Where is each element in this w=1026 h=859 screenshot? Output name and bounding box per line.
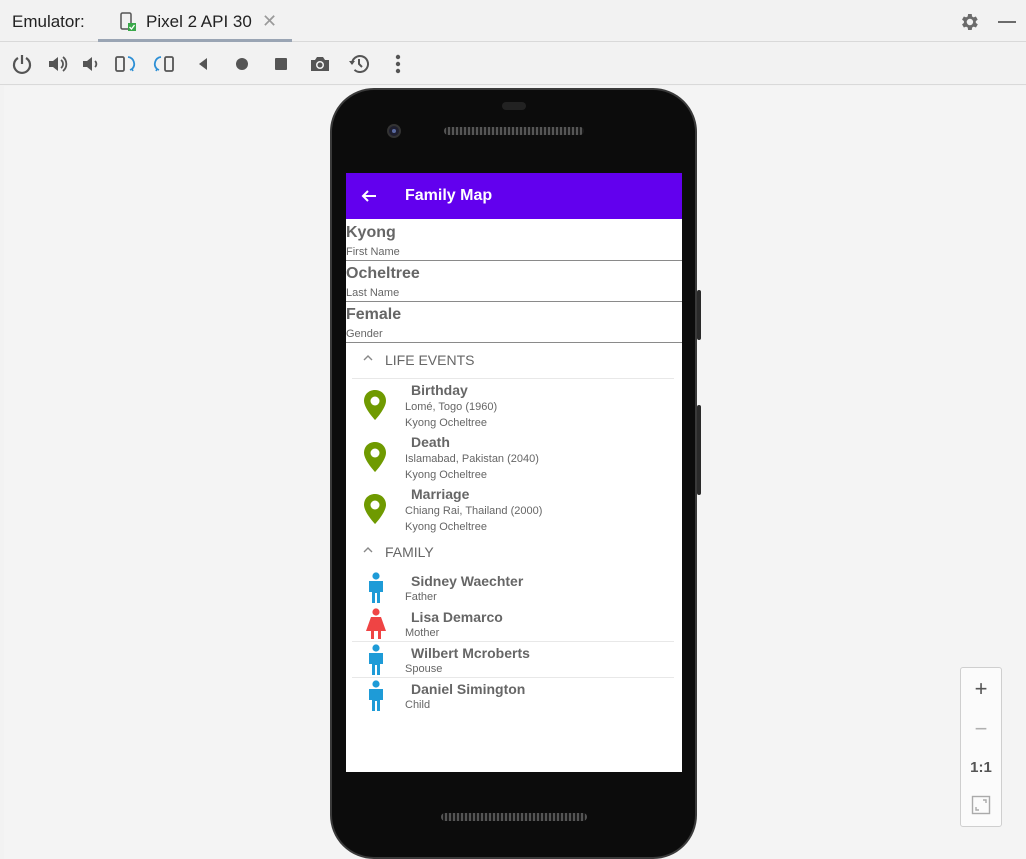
zoom-out-button[interactable]: − bbox=[961, 710, 1001, 748]
life-events-title: LIFE EVENTS bbox=[385, 352, 475, 368]
last-name-value: Ocheltree bbox=[346, 265, 420, 282]
more-icon[interactable] bbox=[385, 51, 411, 77]
gear-icon[interactable] bbox=[958, 11, 980, 33]
power-icon[interactable] bbox=[9, 51, 35, 77]
emulator-toolbar bbox=[0, 43, 1026, 85]
back-icon[interactable] bbox=[190, 51, 216, 77]
chevron-up-icon bbox=[363, 547, 373, 553]
male-person-icon bbox=[369, 680, 383, 711]
emulator-label: Emulator: bbox=[12, 12, 85, 31]
volume-down-icon[interactable] bbox=[77, 51, 103, 77]
life-events-header[interactable]: LIFE EVENTS bbox=[352, 343, 676, 379]
family-name: Daniel Simington bbox=[411, 681, 526, 697]
family-row-father[interactable]: Sidney Waechter Father bbox=[352, 570, 676, 606]
app-bar: Family Map bbox=[346, 173, 682, 219]
family-title: FAMILY bbox=[385, 544, 434, 560]
front-camera-icon bbox=[387, 124, 401, 138]
zoom-in-button[interactable]: + bbox=[961, 670, 1001, 708]
family-relation: Spouse bbox=[405, 663, 443, 675]
fit-screen-icon[interactable] bbox=[961, 786, 1001, 824]
device-tab[interactable]: Pixel 2 API 30 ✕ bbox=[98, 0, 292, 42]
map-pin-icon bbox=[364, 442, 386, 472]
power-button bbox=[697, 405, 701, 495]
overview-icon[interactable] bbox=[268, 51, 294, 77]
last-name-label: Last Name bbox=[346, 287, 400, 299]
event-title: Marriage bbox=[411, 486, 470, 502]
female-person-icon bbox=[366, 608, 386, 639]
event-location: Chiang Rai, Thailand (2000) bbox=[405, 505, 543, 517]
event-row-marriage[interactable]: Marriage Chiang Rai, Thailand (2000) Kyo… bbox=[352, 483, 676, 535]
tab-close-icon[interactable]: ✕ bbox=[262, 11, 277, 32]
family-name: Sidney Waechter bbox=[411, 573, 524, 589]
male-person-icon bbox=[369, 572, 383, 603]
family-row-child[interactable]: Daniel Simington Child bbox=[352, 678, 676, 714]
event-location: Lomé, Togo (1960) bbox=[405, 401, 498, 413]
event-person: Kyong Ocheltree bbox=[405, 417, 487, 429]
map-pin-icon bbox=[364, 390, 386, 420]
camera-icon[interactable] bbox=[307, 51, 333, 77]
rotate-right-icon[interactable] bbox=[151, 51, 177, 77]
top-speaker bbox=[444, 127, 584, 135]
volume-up-icon[interactable] bbox=[44, 51, 70, 77]
gender-field: Female Gender bbox=[346, 302, 682, 343]
chevron-up-icon bbox=[363, 355, 373, 361]
event-location: Islamabad, Pakistan (2040) bbox=[405, 453, 539, 465]
zoom-controls: + − 1:1 bbox=[960, 667, 1002, 827]
gender-value: Female bbox=[346, 306, 402, 323]
family-row-mother[interactable]: Lisa Demarco Mother bbox=[352, 606, 676, 642]
minimize-icon[interactable] bbox=[998, 21, 1016, 23]
family-relation: Father bbox=[405, 591, 437, 603]
event-person: Kyong Ocheltree bbox=[405, 521, 487, 533]
emulator-title-bar: Emulator: Pixel 2 API 30 ✕ bbox=[0, 0, 1026, 42]
family-header[interactable]: FAMILY bbox=[352, 535, 676, 571]
home-icon[interactable] bbox=[229, 51, 255, 77]
first-name-field: Kyong First Name bbox=[346, 220, 682, 261]
gender-label: Gender bbox=[346, 328, 383, 340]
event-title: Birthday bbox=[411, 382, 468, 398]
active-tab-indicator bbox=[98, 39, 292, 42]
phone-top-notch bbox=[502, 102, 526, 110]
event-row-birthday[interactable]: Birthday Lomé, Togo (1960) Kyong Ocheltr… bbox=[352, 379, 676, 431]
device-tab-label: Pixel 2 API 30 bbox=[146, 12, 252, 31]
rotate-left-icon[interactable] bbox=[112, 51, 138, 77]
first-name-label: First Name bbox=[346, 246, 400, 258]
device-icon bbox=[120, 12, 136, 31]
event-title: Death bbox=[411, 434, 450, 450]
back-arrow-icon[interactable] bbox=[360, 187, 378, 205]
event-row-death[interactable]: Death Islamabad, Pakistan (2040) Kyong O… bbox=[352, 431, 676, 483]
app-title: Family Map bbox=[405, 187, 493, 204]
zoom-one-to-one-button[interactable]: 1:1 bbox=[961, 748, 1001, 786]
family-name: Wilbert Mcroberts bbox=[411, 645, 530, 661]
map-pin-icon bbox=[364, 494, 386, 524]
male-person-icon bbox=[369, 644, 383, 675]
family-row-spouse[interactable]: Wilbert Mcroberts Spouse bbox=[352, 642, 676, 678]
first-name-value: Kyong bbox=[346, 224, 396, 241]
family-name: Lisa Demarco bbox=[411, 609, 503, 625]
last-name-field: Ocheltree Last Name bbox=[346, 261, 682, 302]
app-screen: Family Map Kyong First Name Ocheltree La… bbox=[346, 173, 682, 772]
snapshot-icon[interactable] bbox=[346, 51, 372, 77]
bottom-speaker bbox=[441, 813, 587, 821]
volume-button bbox=[697, 290, 701, 340]
event-person: Kyong Ocheltree bbox=[405, 469, 487, 481]
family-relation: Mother bbox=[405, 627, 440, 639]
family-relation: Child bbox=[405, 699, 431, 711]
